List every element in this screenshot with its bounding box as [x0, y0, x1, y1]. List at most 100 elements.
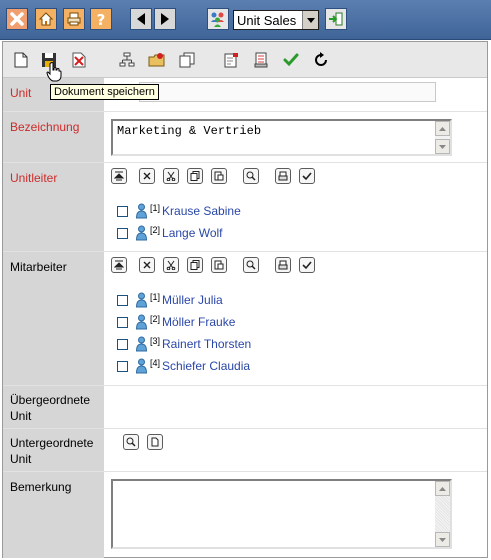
person-index: [2]	[150, 314, 161, 324]
remove-button[interactable]	[139, 257, 155, 273]
users-icon	[211, 12, 224, 27]
paste-button[interactable]	[211, 257, 227, 273]
person-icon	[136, 203, 147, 219]
document-form: Unit Bezeichnung Marketing & Vertrieb Un…	[2, 41, 488, 558]
arrow-right-icon	[161, 13, 169, 25]
new-document-button[interactable]	[11, 50, 31, 70]
person-checkbox[interactable]	[117, 316, 128, 328]
users-button[interactable]	[207, 8, 229, 30]
checkmark-icon	[283, 53, 299, 67]
tooltip: Dokument speichern	[50, 84, 159, 100]
row-untergeordnete-unit: Untergeordnete Unit	[3, 429, 487, 472]
print-preview-button[interactable]	[251, 50, 271, 70]
bezeichnung-value: Marketing & Vertrieb	[117, 124, 262, 138]
close-icon	[143, 172, 151, 180]
person-icon	[136, 314, 147, 330]
unit-field[interactable]	[139, 82, 436, 102]
scissors-icon	[166, 171, 176, 181]
copy-button[interactable]	[187, 257, 203, 273]
home-button[interactable]	[35, 8, 57, 30]
person-icon	[136, 336, 147, 352]
cut-button[interactable]	[163, 168, 179, 184]
confirm-button[interactable]	[281, 50, 301, 70]
refresh-button[interactable]	[311, 50, 331, 70]
print-button[interactable]	[63, 8, 85, 30]
person-icon	[136, 225, 147, 241]
person-index: [1]	[150, 292, 161, 302]
list-item: [4] Schiefer Claudia	[117, 357, 250, 375]
person-link[interactable]: Müller Julia	[162, 293, 223, 307]
scroll-up-icon[interactable]	[435, 481, 450, 496]
help-button[interactable]: ?	[90, 8, 112, 30]
person-link[interactable]: Schiefer Claudia	[162, 359, 250, 373]
hand-cursor-icon	[46, 62, 62, 82]
search-button[interactable]	[243, 257, 259, 273]
bemerkung-label: Bemerkung	[10, 480, 72, 494]
cut-button[interactable]	[163, 257, 179, 273]
person-checkbox[interactable]	[117, 360, 128, 372]
print-list-button[interactable]	[275, 257, 291, 273]
person-checkbox[interactable]	[117, 338, 128, 350]
scroll-down-icon[interactable]	[435, 139, 450, 154]
search-button[interactable]	[243, 168, 259, 184]
printer-icon	[278, 171, 288, 181]
person-index: [2]	[150, 225, 161, 235]
printer-icon	[278, 260, 288, 270]
copy-document-button[interactable]	[177, 50, 197, 70]
move-top-button[interactable]	[111, 257, 127, 273]
confirm-selection-button[interactable]	[299, 257, 315, 273]
delete-document-icon	[72, 52, 86, 68]
print-list-button[interactable]	[275, 168, 291, 184]
person-index: [3]	[150, 336, 161, 346]
close-button[interactable]	[6, 8, 28, 30]
top-toolbar: ? Unit Sales	[0, 0, 491, 40]
person-link[interactable]: Lange Wolf	[162, 226, 223, 240]
new-document-button[interactable]	[147, 434, 163, 450]
confirm-selection-button[interactable]	[299, 168, 315, 184]
printer-icon	[67, 12, 81, 26]
person-checkbox[interactable]	[117, 205, 128, 217]
move-top-button[interactable]	[111, 168, 127, 184]
document-edit-icon	[224, 53, 238, 68]
move-top-icon	[114, 260, 124, 270]
go-button[interactable]	[325, 8, 347, 30]
edit-properties-button[interactable]	[221, 50, 241, 70]
person-link[interactable]: Rainert Thorsten	[162, 337, 251, 351]
list-item: [1] Müller Julia	[117, 291, 223, 309]
delete-document-button[interactable]	[69, 50, 89, 70]
person-checkbox[interactable]	[117, 294, 128, 306]
list-item: [3] Rainert Thorsten	[117, 335, 251, 353]
list-item: [2] Möller Frauke	[117, 313, 235, 331]
unit-select[interactable]: Unit Sales	[233, 10, 319, 30]
person-icon	[136, 292, 147, 308]
scrollbar[interactable]	[435, 121, 450, 154]
chevron-down-icon[interactable]	[302, 11, 318, 29]
person-link[interactable]: Möller Frauke	[162, 315, 235, 329]
search-icon	[126, 437, 136, 447]
person-index: [4]	[150, 358, 161, 368]
copy-button[interactable]	[187, 168, 203, 184]
person-checkbox[interactable]	[117, 227, 128, 239]
close-icon	[10, 12, 24, 26]
untergeordnete-label: Untergeordnete Unit	[10, 436, 94, 466]
forward-button[interactable]	[154, 8, 176, 30]
bezeichnung-textarea[interactable]: Marketing & Vertrieb	[111, 119, 452, 156]
person-link[interactable]: Krause Sabine	[162, 204, 241, 218]
copy-document-icon	[179, 52, 195, 68]
unit-select-value: Unit Sales	[237, 12, 297, 28]
search-button[interactable]	[123, 434, 139, 450]
scroll-down-icon[interactable]	[435, 532, 450, 547]
paste-button[interactable]	[211, 168, 227, 184]
bemerkung-textarea[interactable]	[111, 479, 452, 549]
scissors-icon	[166, 260, 176, 270]
scroll-up-icon[interactable]	[435, 121, 450, 136]
home-icon	[38, 12, 54, 26]
back-button[interactable]	[130, 8, 152, 30]
copy-icon	[190, 260, 200, 270]
scrollbar[interactable]	[435, 481, 450, 547]
checkmark-icon	[302, 261, 312, 270]
remove-button[interactable]	[139, 168, 155, 184]
tree-view-button[interactable]	[117, 50, 137, 70]
open-folder-button[interactable]	[147, 50, 167, 70]
list-item: [2] Lange Wolf	[117, 224, 223, 242]
